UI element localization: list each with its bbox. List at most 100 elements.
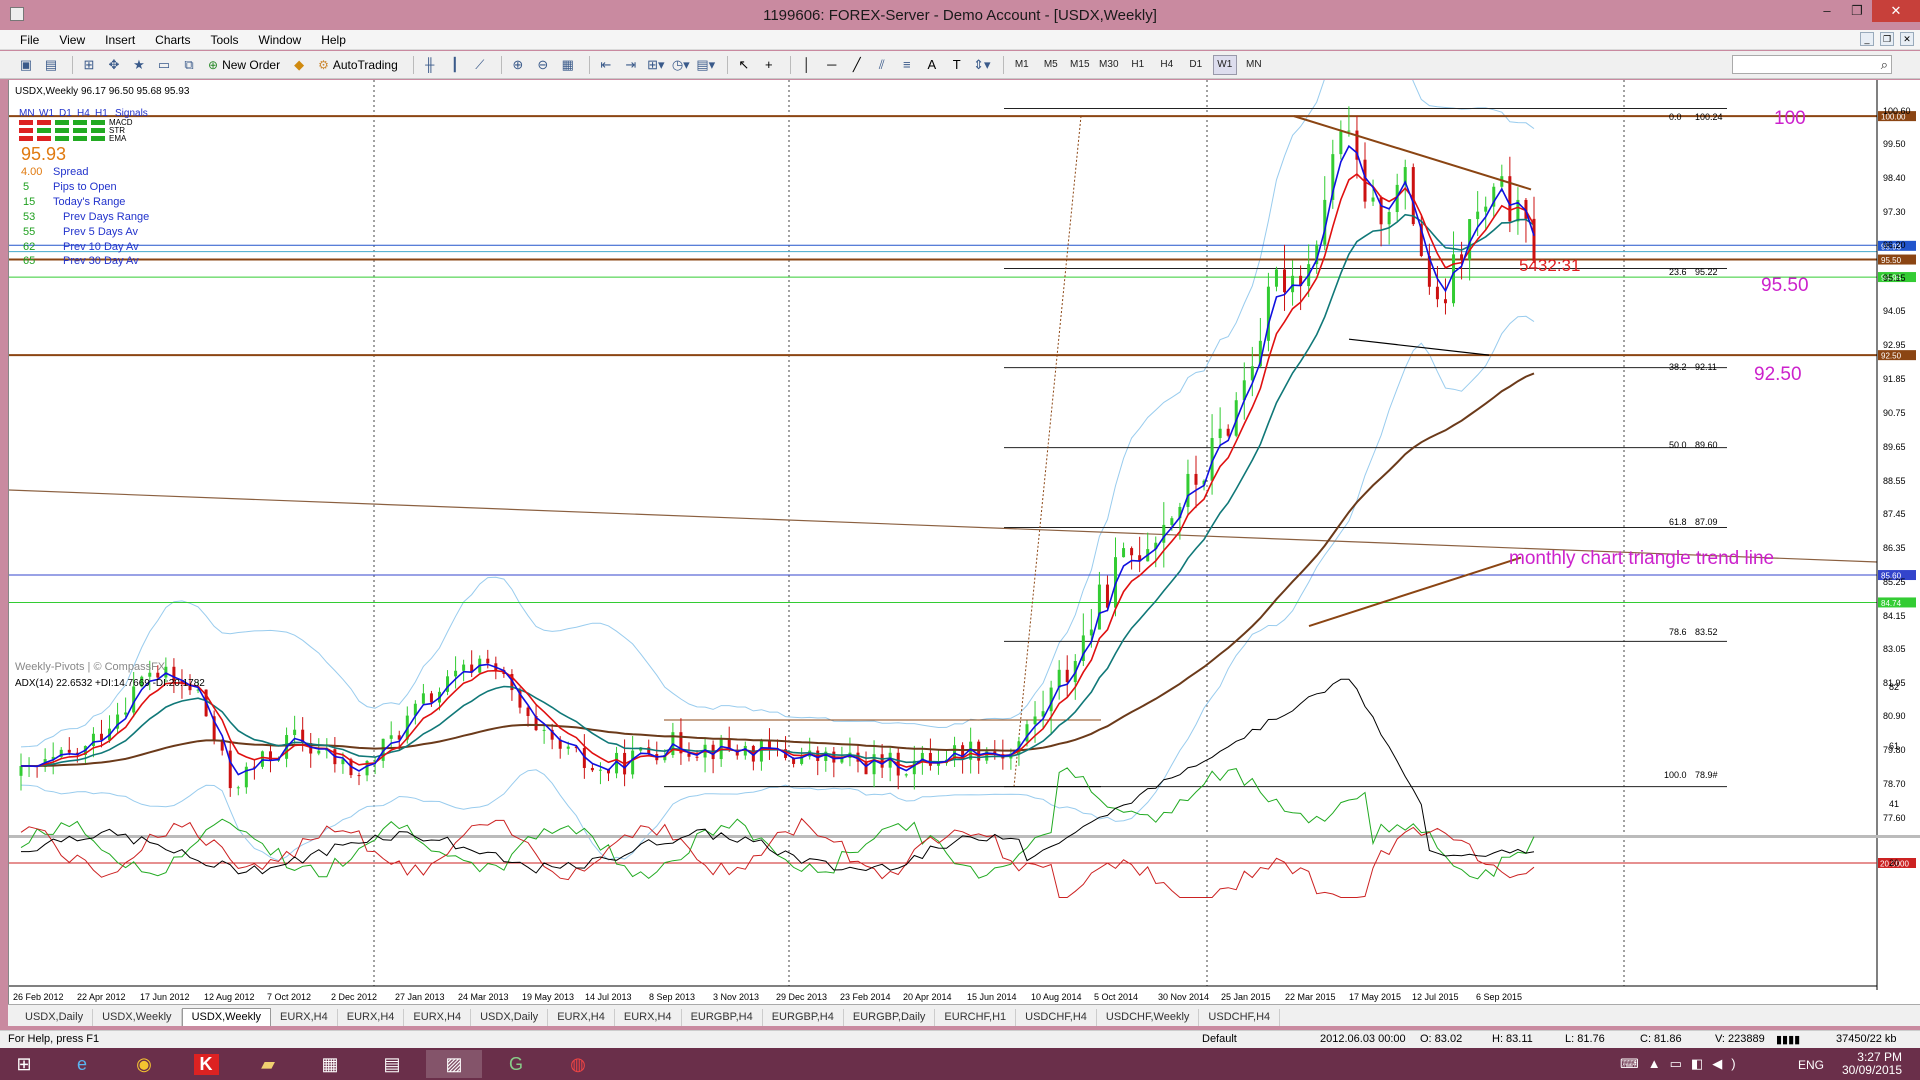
trendline-icon[interactable]: ╱ (847, 55, 867, 75)
date-tick: 24 Mar 2013 (458, 992, 509, 1002)
chart-tab[interactable]: EURX,H4 (548, 1009, 615, 1026)
periods-icon[interactable]: ◷▾ (671, 55, 691, 75)
k-app-icon[interactable]: K (178, 1050, 234, 1078)
chart-tab[interactable]: USDX,Daily (16, 1009, 94, 1026)
minimize-button[interactable]: – (1812, 0, 1842, 22)
chart-shift-icon[interactable]: ⇥ (621, 55, 641, 75)
todays-range-label: Today's Range (53, 196, 125, 208)
ie-icon[interactable]: e (54, 1050, 110, 1078)
tile-windows-icon[interactable]: ▦ (558, 55, 578, 75)
line-chart-icon[interactable]: ⟋ (470, 55, 490, 75)
candle-body (1065, 669, 1069, 683)
menu-help[interactable]: Help (311, 33, 356, 47)
timeframe-mn[interactable]: MN (1242, 55, 1266, 75)
candle-body (486, 658, 490, 664)
start-icon[interactable]: ⊞ (0, 1050, 48, 1078)
chart-canvas[interactable]: 100.0095.9395.5094.9592.5085.6084.74 20.… (8, 0, 1920, 1004)
new-chart-icon[interactable]: ▣ (16, 55, 36, 75)
autoscroll-icon[interactable]: ⇤ (596, 55, 616, 75)
app-grid-icon[interactable]: ▦ (302, 1050, 358, 1078)
chrome-icon[interactable]: ◉ (116, 1050, 172, 1078)
timeframe-h1[interactable]: H1 (1126, 55, 1150, 75)
signal-block (19, 120, 33, 125)
timeframe-d1[interactable]: D1 (1184, 55, 1208, 75)
timeframe-m30[interactable]: M30 (1097, 55, 1121, 75)
chart-tab-active[interactable]: USDX,Weekly (181, 1008, 272, 1026)
explorer-icon[interactable]: ▰ (240, 1050, 296, 1078)
timeframe-m1[interactable]: M1 (1010, 55, 1034, 75)
metaeditor-icon[interactable]: ◆ (289, 55, 309, 75)
chart-tab[interactable]: EURX,H4 (271, 1009, 338, 1026)
chart-tab[interactable]: EURX,H4 (615, 1009, 682, 1026)
templates-icon[interactable]: ▤▾ (696, 55, 716, 75)
language-indicator[interactable]: ENG (1798, 1058, 1824, 1072)
close-button[interactable]: ✕ (1872, 0, 1920, 22)
chart-tab[interactable]: EURGBP,H4 (682, 1009, 763, 1026)
chart-tab[interactable]: EURGBP,Daily (844, 1009, 936, 1026)
fib-100-pct: 100.0 (1664, 770, 1687, 780)
menu-insert[interactable]: Insert (95, 33, 145, 47)
new-order-button[interactable]: ⊕ New Order (204, 55, 284, 75)
prev-5-days-value: 55 (23, 226, 35, 238)
text-label-icon[interactable]: T (947, 55, 967, 75)
zoom-in-icon[interactable]: ⊕ (508, 55, 528, 75)
tray-icons[interactable]: ⌨▲▭◧◀) (1620, 1056, 1745, 1072)
mdi-close-button[interactable]: ✕ (1900, 32, 1914, 46)
vertical-line-icon[interactable]: │ (797, 55, 817, 75)
signal-block (55, 128, 69, 133)
indicators-icon[interactable]: ⊞▾ (646, 55, 666, 75)
bar-chart-icon[interactable]: ╫ (420, 55, 440, 75)
candlestick-icon[interactable]: ┃ (445, 55, 465, 75)
mdi-minimize-button[interactable]: _ (1860, 32, 1874, 46)
clock[interactable]: 3:27 PM 30/09/2015 (1842, 1051, 1902, 1077)
chart-tab[interactable]: EURGBP,H4 (763, 1009, 844, 1026)
chart-tab[interactable]: USDCHF,H4 (1199, 1009, 1281, 1026)
fibonacci-icon[interactable]: ≡ (897, 55, 917, 75)
timeframe-m5[interactable]: M5 (1039, 55, 1063, 75)
strategy-tester-icon[interactable]: ⧉ (179, 55, 199, 75)
menu-charts[interactable]: Charts (145, 33, 200, 47)
metatrader-icon[interactable]: ▨ (426, 1050, 482, 1078)
calculator-icon[interactable]: ▤ (364, 1050, 420, 1078)
status-profile[interactable]: Default (1202, 1033, 1237, 1045)
candle-body (598, 769, 602, 771)
timeframe-m15[interactable]: M15 (1068, 55, 1092, 75)
signal-block (37, 120, 51, 125)
menu-view[interactable]: View (49, 33, 95, 47)
text-icon[interactable]: A (922, 55, 942, 75)
crosshair-icon[interactable]: + (759, 55, 779, 75)
terminal-icon[interactable]: ▭ (154, 55, 174, 75)
menu-file[interactable]: File (10, 33, 49, 47)
arrows-icon[interactable]: ⇕▾ (972, 55, 992, 75)
candle-body (67, 749, 71, 753)
horizontal-line-icon[interactable]: ─ (822, 55, 842, 75)
maximize-button[interactable]: ❐ (1842, 0, 1872, 22)
market-watch-icon[interactable]: ⊞ (79, 55, 99, 75)
profiles-icon[interactable]: ▤ (41, 55, 61, 75)
navigator-icon[interactable]: ★ (129, 55, 149, 75)
cursor-icon[interactable]: ↖ (734, 55, 754, 75)
connection-icon[interactable]: ▮▮▮▮ (1776, 1033, 1800, 1046)
search-icon[interactable]: ⌕ (1881, 57, 1888, 73)
chart-tab[interactable]: USDX,Weekly (93, 1009, 182, 1026)
chart-app-icon[interactable]: ◍ (550, 1050, 606, 1078)
mdi-restore-button[interactable]: ❐ (1880, 32, 1894, 46)
zoom-out-icon[interactable]: ⊖ (533, 55, 553, 75)
timeframe-w1[interactable]: W1 (1212, 54, 1237, 75)
chart-tab[interactable]: USDCHF,Weekly (1097, 1009, 1200, 1026)
go-app-icon[interactable]: G (488, 1050, 544, 1078)
timeframe-h4[interactable]: H4 (1155, 55, 1179, 75)
candle-body (1283, 269, 1287, 293)
autotrading-button[interactable]: ⚙ AutoTrading (314, 55, 402, 75)
chart-tab[interactable]: USDX,Daily (471, 1009, 549, 1026)
chart-tab[interactable]: USDCHF,H4 (1016, 1009, 1097, 1026)
data-window-icon[interactable]: ✥ (104, 55, 124, 75)
search-input[interactable] (1732, 55, 1892, 74)
chart-tab[interactable]: EURX,H4 (338, 1009, 405, 1026)
menu-tools[interactable]: Tools (201, 33, 249, 47)
equidistant-channel-icon[interactable]: ⫽ (872, 55, 892, 75)
chart-tab[interactable]: EURX,H4 (404, 1009, 472, 1026)
chart-tab[interactable]: EURCHF,H1 (935, 1009, 1017, 1026)
menu-window[interactable]: Window (249, 33, 312, 47)
chart-window[interactable]: 100.00 95.93 95.50 94.95 92.50 85.60 84.74 20.… (8, 0, 1920, 1004)
